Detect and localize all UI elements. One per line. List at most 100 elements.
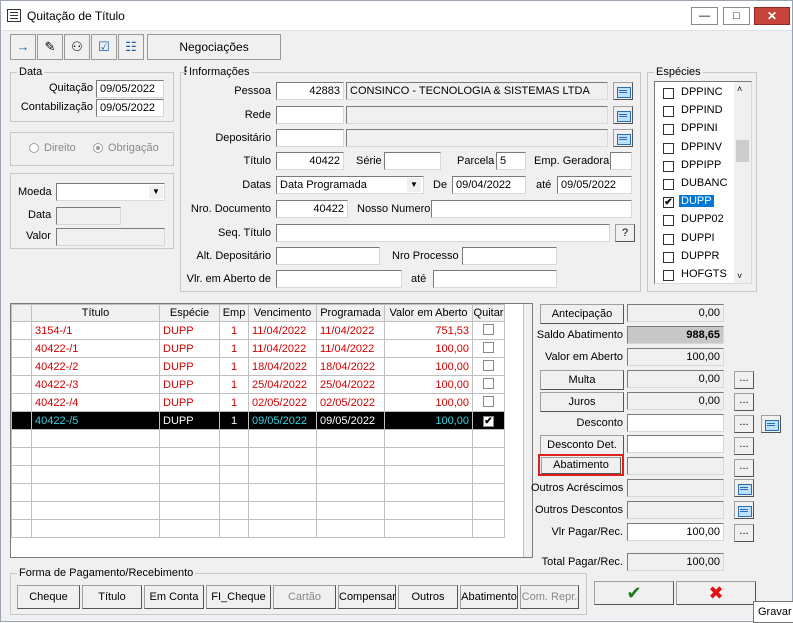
scrollbar-thumb[interactable] [736, 140, 749, 162]
datas-select[interactable]: Data Programada [276, 176, 424, 194]
com-repr-button[interactable]: Com. Repr. [520, 585, 579, 609]
outros-button[interactable]: Outros [398, 585, 458, 609]
especie-item[interactable]: DPPINI [657, 120, 735, 138]
quitar-checkbox[interactable] [483, 395, 494, 407]
pessoa-lookup-button[interactable] [613, 82, 633, 100]
juros-dots-button[interactable]: ... [734, 393, 754, 411]
especie-checkbox[interactable] [663, 160, 674, 172]
especie-checkbox[interactable] [663, 270, 674, 281]
de-field[interactable]: 09/04/2022 [452, 176, 526, 194]
table-row[interactable]: 40422-/4 DUPP 1 02/05/2022 02/05/2022 100,00 [11, 393, 505, 412]
vlr-aberto-ate-field[interactable] [433, 270, 557, 288]
cell-quitar[interactable] [472, 339, 505, 358]
alt-depositario-field[interactable] [276, 247, 380, 265]
contabilizacao-field[interactable]: 09/05/2022 [96, 99, 164, 117]
table-row[interactable]: 40422-/2 DUPP 1 18/04/2022 18/04/2022 100,00 [11, 357, 505, 376]
especie-checkbox[interactable] [663, 233, 674, 245]
nosso-numero-field[interactable] [431, 200, 632, 218]
depositario-lookup-button[interactable] [613, 129, 633, 147]
cell-quitar[interactable] [472, 465, 505, 484]
especie-checkbox[interactable] [663, 179, 674, 190]
cell-quitar[interactable] [472, 375, 505, 394]
especies-scrollbar[interactable]: ˄ ˅ [734, 82, 751, 283]
table-row[interactable]: 40422-/3 DUPP 1 25/04/2022 25/04/2022 100,00 [11, 375, 505, 394]
especie-checkbox[interactable] [663, 251, 674, 263]
titulo-field[interactable]: 40422 [276, 152, 344, 170]
seq-titulo-field[interactable] [276, 224, 610, 242]
especie-item[interactable]: DUBANC [657, 175, 735, 193]
obrigacao-radio[interactable] [93, 143, 103, 153]
clear-button[interactable]: ✎ [37, 34, 63, 60]
vlr-pagar-dots-button[interactable]: ... [734, 524, 754, 542]
cell-quitar[interactable] [472, 321, 505, 340]
cell-quitar[interactable] [472, 447, 505, 466]
pessoa-code-field[interactable]: 42883 [276, 82, 344, 100]
cell-quitar[interactable] [472, 429, 505, 448]
vlr-aberto-de-field[interactable] [276, 270, 402, 288]
especie-item[interactable]: DPPIND [657, 102, 735, 120]
desconto-dots-button[interactable]: ... [734, 415, 754, 433]
chevron-down-icon[interactable]: ▼ [407, 178, 421, 192]
select-all-button[interactable]: ☑ [91, 34, 117, 60]
table-row[interactable] [11, 429, 505, 448]
chevron-down-icon[interactable]: ˅ [737, 271, 742, 281]
header-titulo[interactable]: Título [31, 304, 160, 322]
header-valor-aberto[interactable]: Valor em Aberto [384, 304, 473, 322]
header-programada[interactable]: Programada [316, 304, 385, 322]
table-row[interactable] [11, 447, 505, 466]
serie-field[interactable] [384, 152, 441, 170]
abatimento-dots-button[interactable]: ... [734, 459, 754, 477]
close-button[interactable]: ✕ [754, 7, 790, 25]
desconto-det-button[interactable]: Desconto Det. [540, 435, 624, 455]
cheque-button[interactable]: Cheque [17, 585, 80, 609]
emp-geradora-field[interactable] [610, 152, 632, 170]
especie-checkbox[interactable] [663, 215, 674, 227]
quitar-checkbox[interactable] [483, 323, 494, 335]
header-especie[interactable]: Espécie [159, 304, 220, 322]
multa-button[interactable]: Multa [540, 370, 624, 390]
depositario-code-field[interactable] [276, 129, 344, 147]
chevron-down-icon[interactable]: ▼ [149, 185, 163, 199]
table-row[interactable]: 40422-/1 DUPP 1 11/04/2022 11/04/2022 100,00 [11, 339, 505, 358]
header-emp[interactable]: Emp [219, 304, 249, 322]
cartao-button[interactable]: Cartão [273, 585, 336, 609]
cancel-button[interactable]: ✖ [676, 581, 756, 605]
desconto-det-field[interactable] [627, 435, 724, 453]
cell-quitar[interactable] [472, 519, 505, 538]
minimize-button[interactable]: — [691, 7, 718, 25]
maximize-button[interactable]: □ [723, 7, 750, 25]
seq-help-button[interactable]: ? [615, 224, 635, 242]
exit-button[interactable]: → [10, 34, 36, 60]
nro-processo-field[interactable] [462, 247, 557, 265]
table-row[interactable] [11, 501, 505, 520]
titulo-button[interactable]: Título [82, 585, 142, 609]
especie-item[interactable]: DPPINC [657, 84, 735, 102]
quitacao-field[interactable]: 09/05/2022 [96, 80, 164, 98]
especie-checkbox[interactable]: ✔ [663, 197, 674, 209]
antecipacao-button[interactable]: Antecipação [540, 304, 624, 324]
multa-dots-button[interactable]: ... [734, 371, 754, 389]
search-button[interactable]: ⚇ [64, 34, 90, 60]
especie-item[interactable]: DUPPI [657, 230, 735, 248]
ok-button[interactable]: ✔ [594, 581, 674, 605]
quitar-checkbox[interactable]: ✔ [483, 415, 494, 427]
chevron-up-icon[interactable]: ˄ [737, 84, 742, 94]
direito-radio[interactable] [29, 143, 39, 153]
especie-checkbox[interactable] [663, 88, 674, 99]
cell-quitar[interactable]: ✔ [472, 411, 505, 430]
especie-item[interactable]: DPPINV [657, 139, 735, 157]
vlr-pagar-field[interactable]: 100,00 [627, 523, 724, 541]
header-quitar[interactable]: Quitar [472, 304, 505, 322]
cell-quitar[interactable] [472, 393, 505, 412]
desconto-det-dots-button[interactable]: ... [734, 437, 754, 455]
cell-quitar[interactable] [472, 357, 505, 376]
rede-lookup-button[interactable] [613, 106, 633, 124]
especie-checkbox[interactable] [663, 106, 674, 118]
rede-code-field[interactable] [276, 106, 344, 124]
cell-quitar[interactable] [472, 501, 505, 520]
tree-icon[interactable] [761, 415, 781, 433]
fi-cheque-button[interactable]: FI_Cheque [206, 585, 271, 609]
desconto-field[interactable] [627, 414, 724, 432]
especies-list[interactable]: DPPINC DPPIND DPPINI DPPINV DPPIPP DUBANC ✔ DUP… [654, 81, 752, 284]
especie-checkbox[interactable] [663, 124, 674, 136]
